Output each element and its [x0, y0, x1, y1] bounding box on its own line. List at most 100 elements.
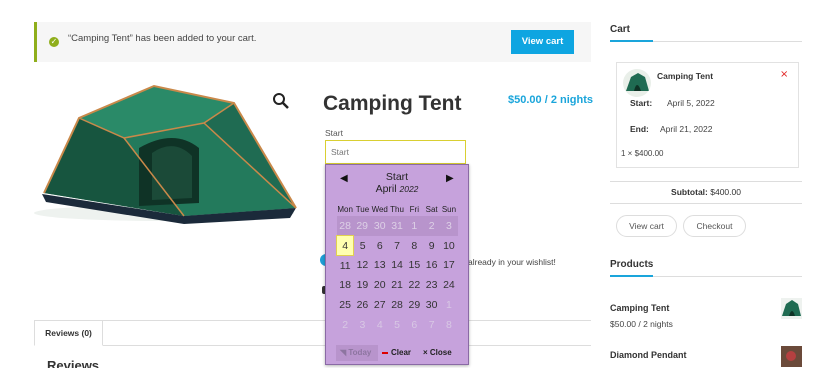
- calendar-day[interactable]: 17: [440, 256, 457, 276]
- today-label: Today: [348, 348, 372, 357]
- calendar-day[interactable]: 24: [440, 275, 457, 295]
- calendar-day: 5: [394, 318, 400, 331]
- calendar-grid: Mon Tue Wed Thu Fri Sat Sun 28 29 30 31 1 2 3 4 5 6 7 8 9 1…: [335, 202, 458, 335]
- tab-panel-border: [34, 345, 591, 346]
- product-thumbnail[interactable]: [781, 298, 802, 319]
- calendar-day: 7: [428, 318, 435, 331]
- calendar-day[interactable]: 25: [337, 295, 354, 315]
- cart-heading: Cart: [610, 24, 631, 35]
- start-label: Start: [325, 128, 343, 138]
- calendar-day[interactable]: 14: [388, 256, 405, 276]
- subtotal-rule-top: [610, 181, 802, 182]
- check-icon: ✓: [49, 37, 59, 47]
- calendar-day[interactable]: 18: [337, 275, 354, 295]
- calendar-day[interactable]: 13: [371, 256, 388, 276]
- clear-label: Clear: [391, 348, 412, 357]
- calendar-day[interactable]: 6: [371, 236, 388, 256]
- today-button[interactable]: ◥ Today: [336, 345, 378, 361]
- calendar-day: 8: [446, 318, 452, 331]
- calendar-day[interactable]: 29: [406, 295, 423, 315]
- product-image[interactable]: [34, 78, 304, 228]
- zoom-icon[interactable]: [272, 92, 290, 110]
- calendar-day[interactable]: 8: [406, 236, 423, 256]
- calendar-day[interactable]: 19: [354, 275, 371, 295]
- subtotal-label: Subtotal:: [671, 187, 708, 197]
- calendar-day[interactable]: 5: [354, 236, 371, 256]
- product-title: Camping Tent: [323, 92, 462, 115]
- calendar-day[interactable]: 10: [440, 236, 457, 256]
- wishlist-message: already in your wishlist!: [468, 257, 556, 267]
- calendar-day: 28: [336, 216, 354, 236]
- calendar-day: 2: [342, 318, 349, 331]
- cart-start-value: April 5, 2022: [667, 98, 715, 108]
- calendar-day[interactable]: 7: [388, 236, 405, 256]
- cart-item-name[interactable]: Camping Tent: [657, 71, 713, 81]
- calendar-day[interactable]: 21: [388, 275, 405, 295]
- product-price-small: $50.00 / 2 nights: [610, 319, 673, 329]
- calendar-day[interactable]: 20: [371, 275, 388, 295]
- weekday-header: Sun: [441, 204, 457, 214]
- weekday-header: Wed: [371, 204, 388, 214]
- remove-item-icon[interactable]: ×: [780, 69, 788, 80]
- calendar-day: 2: [422, 216, 441, 236]
- calendar-day[interactable]: 26: [354, 295, 371, 315]
- calendar-day: 1: [405, 216, 423, 236]
- calendar-day[interactable]: 23: [423, 275, 440, 295]
- calendar-day[interactable]: 15: [406, 256, 423, 276]
- year: 2022: [399, 184, 419, 194]
- product-link[interactable]: Camping Tent: [610, 303, 669, 313]
- cart-subtotal: Subtotal: $400.00: [610, 187, 802, 197]
- view-cart-button[interactable]: View cart: [511, 30, 574, 54]
- calendar-day: 4: [376, 318, 383, 331]
- next-month-icon[interactable]: ▶: [446, 173, 454, 184]
- reviews-heading: Reviews: [47, 358, 100, 368]
- calendar-day[interactable]: 28: [388, 295, 405, 315]
- close-button[interactable]: × Close: [423, 345, 452, 361]
- calendar-day[interactable]: 11: [337, 256, 354, 276]
- calendar-day[interactable]: 16: [423, 256, 440, 276]
- calendar-day[interactable]: 30: [423, 295, 440, 315]
- weekday-header: Thu: [390, 204, 404, 214]
- calendar-day: 30: [371, 216, 389, 236]
- subtotal-value: $400.00: [710, 187, 741, 197]
- calendar-day[interactable]: 9: [423, 236, 440, 256]
- cart-end-value: April 21, 2022: [660, 124, 713, 134]
- weekday-header: Mon: [337, 204, 353, 214]
- date-picker: ◀ Start April 2022 ▶ Mon Tue Wed Thu Fri Sat S…: [325, 164, 469, 365]
- clear-button[interactable]: Clear: [382, 345, 411, 361]
- product-thumbnail[interactable]: [781, 346, 802, 367]
- calendar-day[interactable]: 4: [335, 235, 355, 257]
- tab-reviews[interactable]: Reviews (0): [34, 320, 103, 346]
- calendar-day[interactable]: 22: [406, 275, 423, 295]
- calendar-day: 3: [359, 318, 366, 331]
- cart-end-label: End:: [630, 124, 649, 134]
- products-heading-accent: [610, 275, 653, 277]
- weekday-header: Tue: [355, 204, 370, 214]
- weekday-header: Sat: [425, 204, 438, 214]
- weekday-header: Fri: [409, 204, 419, 214]
- products-heading: Products: [610, 259, 654, 270]
- calendar-day[interactable]: 12: [354, 256, 371, 276]
- close-label: Close: [429, 348, 452, 357]
- clear-icon: [382, 351, 388, 354]
- calendar-day[interactable]: 27: [371, 295, 388, 315]
- checkout-button[interactable]: Checkout: [683, 215, 746, 237]
- product-price: $50.00 / 2 nights: [508, 94, 593, 106]
- calendar-day: 29: [353, 216, 372, 236]
- cart-start-label: Start:: [630, 98, 653, 108]
- subtotal-rule-bottom: [610, 203, 802, 204]
- product-link[interactable]: Diamond Pendant: [610, 350, 687, 360]
- start-date-input[interactable]: [325, 140, 466, 164]
- calendar-day: 6: [411, 318, 418, 331]
- sidebar-view-cart-button[interactable]: View cart: [616, 215, 677, 237]
- cart-item-qty: 1 × $400.00: [621, 149, 664, 158]
- notice-message: “Camping Tent” has been added to your ca…: [68, 33, 257, 44]
- month-name: April: [375, 183, 397, 195]
- cart-item-thumbnail[interactable]: [623, 69, 651, 97]
- tabs-divider: [34, 320, 591, 321]
- calendar-day: 3: [440, 216, 458, 236]
- cart-notice: ✓ “Camping Tent” has been added to your …: [34, 22, 591, 62]
- calendar-day: 31: [388, 216, 406, 236]
- calendar-day: 1: [446, 299, 452, 312]
- cart-heading-accent: [610, 40, 653, 42]
